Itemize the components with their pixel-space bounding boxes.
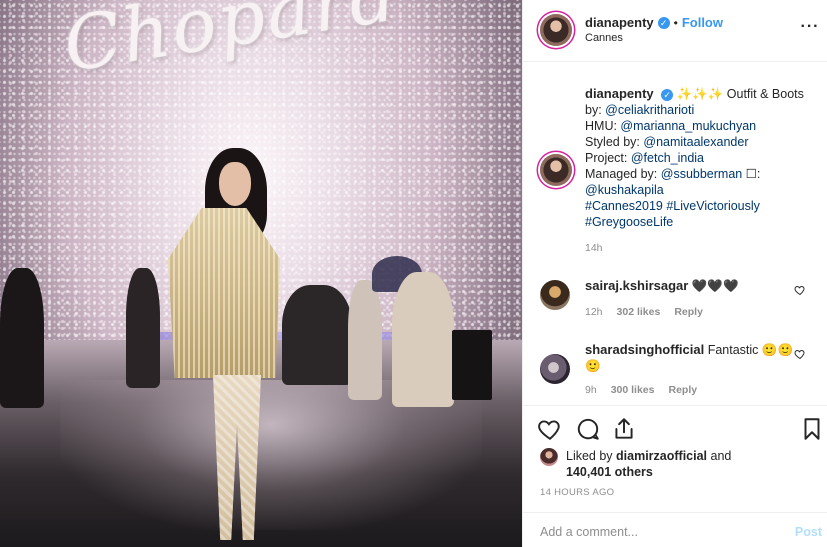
- caption-time[interactable]: 14h: [585, 242, 603, 254]
- post-timestamp[interactable]: 14 HOURS AGO: [540, 487, 614, 498]
- mention-link[interactable]: @marianna_mukuchyan: [620, 119, 756, 133]
- woman-face: [219, 162, 251, 206]
- commenter-avatar[interactable]: [540, 354, 570, 384]
- caption-text: Styled by:: [585, 135, 644, 149]
- hashtag-link[interactable]: #LiveVictoriously: [666, 199, 760, 213]
- likes-text: Liked by diamirzaofficial and 140,401 ot…: [566, 448, 731, 480]
- post-photo[interactable]: Chopard: [0, 0, 522, 547]
- likes-prefix: Liked by: [566, 449, 617, 463]
- mention-link[interactable]: @fetch_india: [631, 151, 704, 165]
- caption-text: Project:: [585, 151, 631, 165]
- add-comment-bar: Post: [523, 512, 827, 547]
- mention-link[interactable]: @ssubberman: [661, 167, 742, 181]
- post-comment-button[interactable]: Post: [795, 525, 822, 539]
- reply-button[interactable]: Reply: [674, 306, 703, 318]
- comment-likes[interactable]: 300 likes: [611, 384, 655, 396]
- post-header: dianapenty ✓ • Follow Cannes ···: [523, 0, 827, 62]
- caption-avatar[interactable]: [540, 154, 572, 186]
- comment-likes[interactable]: 302 likes: [617, 306, 661, 318]
- follow-button[interactable]: Follow: [682, 15, 723, 30]
- instagram-post: Chopard dianapenty ✓ • Follow Cannes ···: [0, 0, 827, 547]
- commenter-username[interactable]: sharadsinghofficial: [585, 342, 704, 357]
- separator-dot: •: [673, 15, 678, 30]
- caption-text: by:: [585, 103, 606, 117]
- caption-text: HMU:: [585, 119, 621, 133]
- post-caption: dianapenty ✓ ✨✨✨ Outfit & Boots by: @cel…: [585, 86, 821, 230]
- caption-text: Outfit & Boots: [723, 87, 804, 101]
- comment-meta: 9h 300 likes Reply: [585, 384, 697, 396]
- verified-badge-icon: ✓: [657, 16, 670, 29]
- reply-button[interactable]: Reply: [668, 384, 697, 396]
- hashtag-link[interactable]: #Cannes2019: [585, 199, 663, 213]
- add-comment-input[interactable]: [540, 522, 770, 542]
- owner-username[interactable]: dianapenty: [585, 15, 654, 30]
- comment-like-heart-icon[interactable]: [794, 348, 806, 360]
- like-heart-icon[interactable]: [537, 416, 563, 442]
- more-options-icon[interactable]: ···: [798, 18, 822, 38]
- post-side-panel: dianapenty ✓ • Follow Cannes ··· dianape…: [522, 0, 827, 547]
- hashtag-link[interactable]: #GreygooseLife: [585, 215, 673, 229]
- owner-avatar[interactable]: [540, 14, 572, 46]
- comment-body: sharadsinghofficial Fantastic 🙂🙂🙂: [585, 342, 797, 374]
- liker-username[interactable]: diamirzaofficial: [616, 449, 707, 463]
- guest-figure: [282, 285, 352, 385]
- owner-name-row: dianapenty ✓ • Follow: [585, 15, 723, 30]
- mention-link[interactable]: @kushakapila: [585, 183, 664, 197]
- caption-username[interactable]: dianapenty: [585, 86, 654, 101]
- comment-like-heart-icon[interactable]: [794, 284, 806, 296]
- comment-meta: 12h 302 likes Reply: [585, 306, 703, 318]
- likes-and: and: [707, 449, 732, 463]
- comment-time[interactable]: 12h: [585, 306, 603, 318]
- likes-count[interactable]: 140,401 others: [566, 465, 653, 479]
- comment-body: sairaj.kshirsagar 🖤🖤🖤: [585, 278, 797, 294]
- guest-figure: [348, 280, 382, 400]
- action-bar: [523, 405, 827, 449]
- comment-time[interactable]: 9h: [585, 384, 597, 396]
- commenter-avatar[interactable]: [540, 280, 570, 310]
- caption-text: ☐:: [742, 167, 761, 181]
- comment-bubble-icon[interactable]: [575, 416, 601, 442]
- share-icon[interactable]: [611, 416, 637, 442]
- guest-figure: [126, 268, 160, 388]
- commenter-username[interactable]: sairaj.kshirsagar: [585, 278, 688, 293]
- mention-link[interactable]: @celiakritharioti: [605, 103, 694, 117]
- guest-figure: [392, 272, 454, 407]
- verified-badge-icon: ✓: [661, 89, 674, 101]
- guest-figure: [452, 330, 492, 400]
- mention-link[interactable]: @namitaalexander: [643, 135, 748, 149]
- guest-figure: [0, 268, 44, 408]
- caption-text: Managed by:: [585, 167, 661, 181]
- bookmark-icon[interactable]: [799, 416, 825, 442]
- caption-sparkles: ✨✨✨: [676, 87, 724, 101]
- liker-avatar[interactable]: [540, 448, 558, 466]
- comment-text: 🖤🖤🖤: [691, 279, 739, 293]
- location-link[interactable]: Cannes: [585, 32, 623, 44]
